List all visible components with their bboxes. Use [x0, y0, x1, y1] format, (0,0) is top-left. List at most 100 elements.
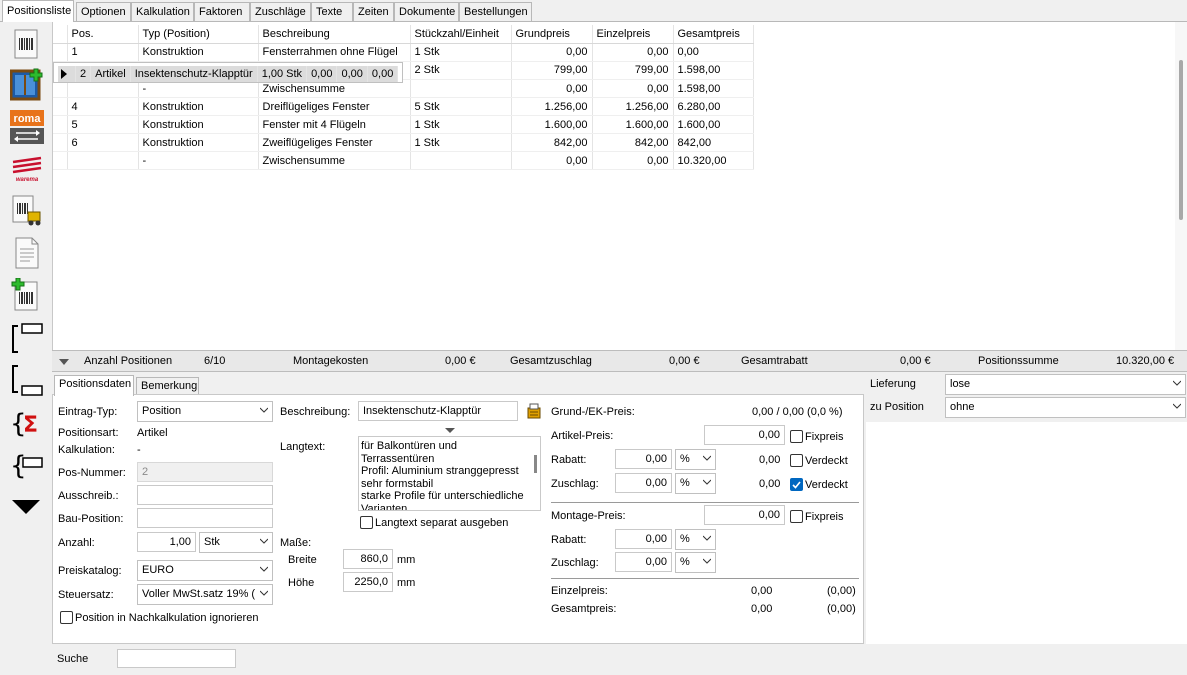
row-pointer-icon[interactable]	[58, 65, 76, 82]
cell-gesamtpreis[interactable]: 6.280,00	[673, 97, 754, 116]
cell-pos[interactable]: 4	[67, 97, 139, 116]
montage-zuschlag-unit-select[interactable]: %	[675, 552, 716, 573]
cell-gesamtpreis[interactable]: 1.598,00	[673, 79, 754, 98]
cell-stueckzahl[interactable]: 1 Stk	[410, 133, 512, 152]
row-indicator[interactable]	[53, 43, 68, 62]
row-indicator[interactable]	[53, 97, 68, 116]
window-add-icon[interactable]	[9, 68, 44, 102]
tab-positionsliste[interactable]: Positionsliste	[2, 0, 74, 22]
cell-stueckzahl[interactable]: 2 Stk	[410, 61, 512, 80]
table-row[interactable]: 4 Konstruktion Dreiflügeliges Fenster 5 Stk…	[53, 97, 754, 116]
montage-zuschlag-input[interactable]: 0,00	[615, 552, 672, 572]
cell-einzelpreis[interactable]: 0,00	[592, 151, 674, 170]
roma-icon[interactable]: roma	[10, 110, 44, 144]
ausschreib-input[interactable]	[137, 485, 273, 505]
montage-preis-input[interactable]: 0,00	[704, 505, 785, 525]
cell-grundpreis[interactable]: 1.600,00	[511, 115, 593, 134]
warema-icon[interactable]: warema	[10, 152, 44, 186]
cell-beschreibung[interactable]: Fenster mit 4 Flügeln	[258, 115, 411, 134]
zuschlag-unit-select[interactable]: %	[675, 473, 716, 494]
cell-einzelpreis[interactable]: 842,00	[592, 133, 674, 152]
row-indicator[interactable]	[53, 133, 68, 152]
pos-nummer-input[interactable]: 2	[137, 462, 273, 482]
tab-optionen[interactable]: Optionen	[76, 2, 131, 21]
cell-gesamtpreis[interactable]: 10.320,00	[673, 151, 754, 170]
col-header-einzelpreis[interactable]: Einzelpreis	[592, 25, 674, 44]
scrollbar-thumb[interactable]	[1179, 60, 1183, 220]
cell-beschreibung[interactable]: Fensterrahmen ohne Flügel	[258, 43, 411, 62]
cell-einzelpreis[interactable]: 1.600,00	[592, 115, 674, 134]
langtext-scroll-thumb[interactable]	[534, 455, 537, 473]
brace-item-icon[interactable]: {	[10, 448, 44, 482]
col-header-typ[interactable]: Typ (Position)	[138, 25, 259, 44]
cell-beschreibung[interactable]: Zwischensumme	[258, 151, 411, 170]
cell-einzelpreis[interactable]: 1.256,00	[592, 97, 674, 116]
cell-grundpreis[interactable]: 0,00	[306, 65, 338, 82]
cell-beschreibung[interactable]: Zweiflügeliges Fenster	[258, 133, 411, 152]
tab-kalkulation[interactable]: Kalkulation	[131, 2, 194, 21]
cell-pos[interactable]: 2	[75, 65, 92, 82]
table-row[interactable]: - Zwischensumme 0,00 0,00 10.320,00	[53, 151, 754, 170]
cell-grundpreis[interactable]: 0,00	[511, 43, 593, 62]
document-icon[interactable]	[10, 236, 44, 270]
breite-input[interactable]: 860,0	[343, 549, 393, 569]
anzahl-input[interactable]: 1,00	[137, 532, 196, 552]
sum-brace-icon[interactable]: {Σ	[10, 406, 44, 440]
zu-position-select[interactable]: ohne	[945, 397, 1186, 418]
cell-stueckzahl[interactable]	[410, 151, 512, 170]
cell-beschreibung[interactable]: Insektenschutz-Klapptür	[130, 65, 258, 82]
cell-typ[interactable]: Konstruktion	[138, 133, 259, 152]
tab-positionsdaten[interactable]: Positionsdaten	[54, 375, 134, 396]
cell-pos[interactable]: 1	[67, 43, 139, 62]
beschreibung-input[interactable]: Insektenschutz-Klapptür	[358, 401, 518, 421]
col-header-pos[interactable]: Pos.	[67, 25, 139, 44]
lookup-icon[interactable]	[527, 403, 541, 422]
cell-beschreibung[interactable]: Dreiflügeliges Fenster	[258, 97, 411, 116]
cell-typ[interactable]: -	[138, 151, 259, 170]
tab-bemerkung[interactable]: Bemerkung	[136, 377, 199, 395]
table-row[interactable]: 6 Konstruktion Zweiflügeliges Fenster 1 Stk…	[53, 133, 754, 152]
cell-stueckzahl[interactable]: 1,00 Stk	[257, 65, 308, 82]
row-indicator[interactable]	[53, 115, 68, 134]
cell-gesamtpreis[interactable]: 1.598,00	[673, 61, 754, 80]
zuschlag-input[interactable]: 0,00	[615, 473, 672, 493]
table-row[interactable]: 5 Konstruktion Fenster mit 4 Flügeln 1 Stk 1…	[53, 115, 754, 134]
tab-zeiten[interactable]: Zeiten	[353, 2, 394, 21]
montage-rabatt-input[interactable]: 0,00	[615, 529, 672, 549]
cell-stueckzahl[interactable]: 1 Stk	[410, 115, 512, 134]
cell-grundpreis[interactable]: 799,00	[511, 61, 593, 80]
cell-stueckzahl[interactable]: 5 Stk	[410, 97, 512, 116]
tab-faktoren[interactable]: Faktoren	[194, 2, 250, 21]
cell-einzelpreis[interactable]: 0,00	[592, 79, 674, 98]
verdeckt-zuschlag-checkbox[interactable]	[790, 478, 803, 491]
bracket-open-icon[interactable]	[10, 322, 44, 356]
tab-dokumente[interactable]: Dokumente	[394, 2, 459, 21]
bracket-close-icon[interactable]	[10, 364, 44, 398]
tab-zuschlaege[interactable]: Zuschläge	[250, 2, 311, 21]
cell-einzelpreis[interactable]: 0,00	[336, 65, 368, 82]
cell-pos[interactable]: 6	[67, 133, 139, 152]
bau-position-input[interactable]	[137, 508, 273, 528]
cell-typ[interactable]: Konstruktion	[138, 97, 259, 116]
table-row[interactable]: 1 Konstruktion Fensterrahmen ohne Flügel 1 …	[53, 43, 754, 62]
cell-gesamtpreis[interactable]: 1.600,00	[673, 115, 754, 134]
cell-stueckzahl[interactable]: 1 Stk	[410, 43, 512, 62]
cell-grundpreis[interactable]: 0,00	[511, 79, 593, 98]
cell-grundpreis[interactable]: 1.256,00	[511, 97, 593, 116]
col-header-beschreibung[interactable]: Beschreibung	[258, 25, 411, 44]
search-input[interactable]	[117, 649, 236, 668]
hoehe-input[interactable]: 2250,0	[343, 572, 393, 592]
cell-einzelpreis[interactable]: 799,00	[592, 61, 674, 80]
row-indicator[interactable]	[53, 151, 68, 170]
cell-pos[interactable]: 5	[67, 115, 139, 134]
langtext-separat-checkbox[interactable]	[360, 516, 373, 529]
rabatt-input[interactable]: 0,00	[615, 449, 672, 469]
cell-gesamtpreis[interactable]: 842,00	[673, 133, 754, 152]
cell-einzelpreis[interactable]: 0,00	[592, 43, 674, 62]
cell-gesamtpreis[interactable]: 0,00	[673, 43, 754, 62]
cell-grundpreis[interactable]: 842,00	[511, 133, 593, 152]
col-header-grundpreis[interactable]: Grundpreis	[511, 25, 593, 44]
cell-pos[interactable]	[67, 151, 139, 170]
langtext-textarea[interactable]: für Balkontüren und Terrassentüren Profi…	[358, 436, 541, 511]
preiskatalog-select[interactable]: EURO	[137, 560, 273, 581]
